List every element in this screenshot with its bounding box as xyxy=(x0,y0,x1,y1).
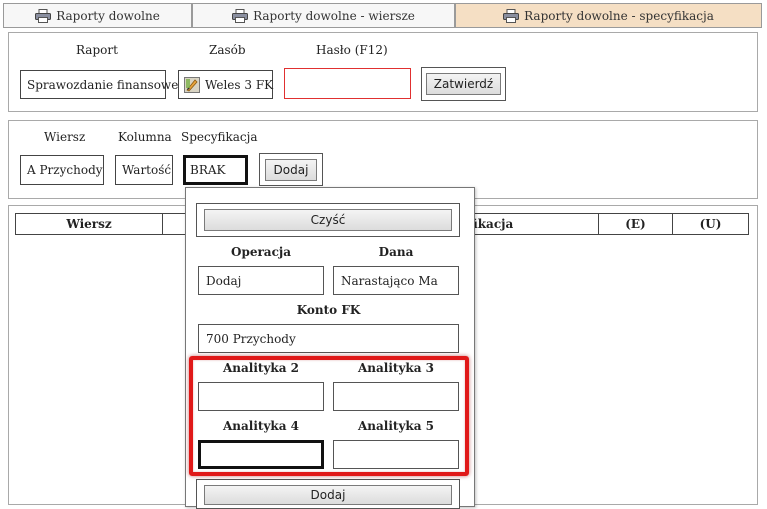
kolumna-value: Wartość xyxy=(122,163,172,177)
analityka-5-label: Analityka 5 xyxy=(357,419,435,433)
analityka-4-input[interactable] xyxy=(198,440,324,469)
analityka-2-label: Analityka 2 xyxy=(222,361,300,375)
column-header-wiersz: Wiersz xyxy=(15,213,163,235)
konto-fk-select[interactable]: 700 Przychody xyxy=(198,324,459,353)
confirm-button[interactable]: Zatwierdź xyxy=(426,73,501,95)
zasob-select[interactable]: Weles 3 FK xyxy=(178,70,273,99)
specyfikacja-value: BRAK xyxy=(190,163,226,177)
dana-value: Narastająco Ma xyxy=(341,273,438,288)
column-header-label: fikacja xyxy=(469,217,514,231)
tab-label: Raporty dowolne xyxy=(56,8,160,23)
password-input[interactable] xyxy=(284,68,411,99)
operacja-label: Operacja xyxy=(231,245,291,259)
column-header-e: (E) xyxy=(598,213,673,235)
analityka-3-label: Analityka 3 xyxy=(357,361,435,375)
haslo-label: Hasło (F12) xyxy=(316,43,388,57)
dana-select[interactable]: Narastająco Ma xyxy=(333,266,459,295)
kolumna-label: Kolumna xyxy=(118,130,172,144)
kolumna-select[interactable]: Wartość xyxy=(115,155,173,185)
zasob-value: Weles 3 FK xyxy=(205,77,274,92)
wiersz-select[interactable]: A Przychody xyxy=(20,155,104,185)
printer-icon xyxy=(232,8,249,23)
popup-add-button[interactable]: Dodaj xyxy=(204,485,452,505)
specyfikacja-label: Specyfikacja xyxy=(181,130,258,144)
operacja-select[interactable]: Dodaj xyxy=(198,266,324,295)
konto-fk-label: Konto FK xyxy=(296,303,361,317)
add-row-button[interactable]: Dodaj xyxy=(265,159,317,181)
specyfikacja-select[interactable]: BRAK xyxy=(183,155,248,185)
dana-label: Dana xyxy=(378,245,414,259)
raport-value: Sprawozdanie finansowe xyxy=(27,77,179,92)
printer-icon xyxy=(503,8,520,23)
tab-raporty-dowolne-wiersze[interactable]: Raporty dowolne - wiersze xyxy=(192,3,455,28)
tab-label: Raporty dowolne - wiersze xyxy=(253,8,415,23)
konto-fk-value: 700 Przychody xyxy=(206,331,296,346)
raport-select[interactable]: Sprawozdanie finansowe xyxy=(20,70,178,99)
operacja-value: Dodaj xyxy=(206,273,242,288)
analityka-3-input[interactable] xyxy=(333,382,459,411)
clear-button[interactable]: Czyść xyxy=(204,209,452,231)
tab-raporty-dowolne[interactable]: Raporty dowolne xyxy=(3,3,192,28)
analityka-2-input[interactable] xyxy=(198,382,324,411)
tab-raporty-dowolne-specyfikacja[interactable]: Raporty dowolne - specyfikacja xyxy=(455,3,762,28)
zasob-label: Zasób xyxy=(209,43,246,57)
wiersz-label: Wiersz xyxy=(44,130,86,144)
analityka-5-input[interactable] xyxy=(333,440,459,469)
raport-label: Raport xyxy=(76,43,118,57)
tab-label: Raporty dowolne - specyfikacja xyxy=(524,8,714,23)
wiersz-value: A Przychody xyxy=(27,163,103,177)
printer-icon xyxy=(35,8,52,23)
analityka-4-label: Analityka 4 xyxy=(222,419,300,433)
pencil-ruler-icon xyxy=(184,76,200,93)
column-header-u: (U) xyxy=(672,213,749,235)
